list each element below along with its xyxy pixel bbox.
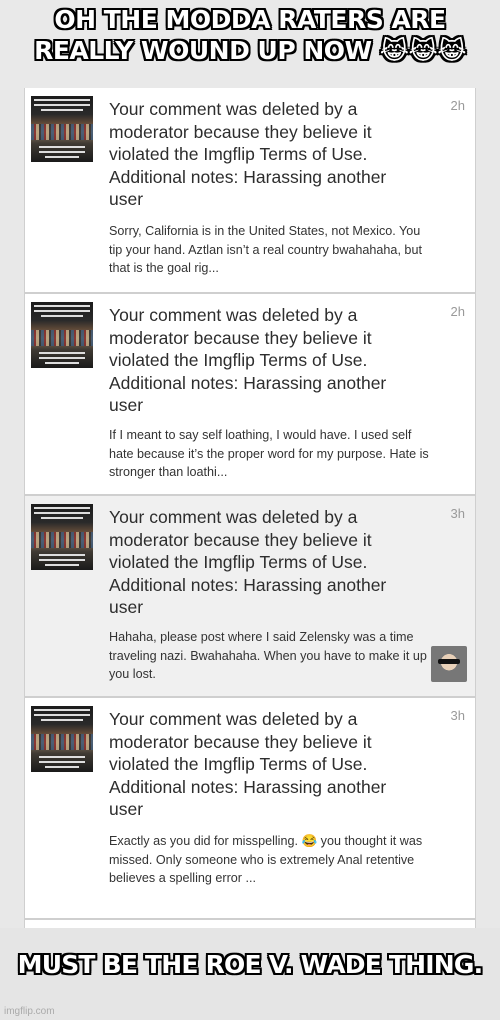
imgflip-watermark: imgflip.com: [4, 1006, 55, 1017]
notification-item[interactable]: Your comment was deleted by a moderator …: [25, 496, 475, 698]
comment-snippet: Sorry, California is in the United State…: [109, 224, 422, 275]
notification-thumbnail: [31, 706, 93, 772]
meme-top-line-2: REALLY WOUND UP NOW 😹😹😹: [34, 36, 466, 65]
user-avatar[interactable]: [431, 646, 467, 682]
notification-item[interactable]: Your comment was deleted by a moderator …: [25, 294, 475, 496]
meme-bottom-caption: MUST BE THE ROE V. WADE THING.: [17, 950, 484, 979]
notification-message: Your comment was deleted by a moderator …: [109, 305, 387, 415]
comment-snippet: Hahaha, please post where I said Zelensk…: [109, 630, 427, 681]
notification-item[interactable]: Your comment was deleted by a moderator …: [25, 698, 475, 920]
comment-snippet: If I meant to say self loathing, I would…: [109, 428, 429, 479]
notification-time: 2h: [450, 304, 465, 319]
notification-thumbnail: [31, 96, 93, 162]
notification-thumbnail: [31, 302, 93, 368]
notification-time: 2h: [450, 98, 465, 113]
notifications-panel: Your comment was deleted by a moderator …: [24, 88, 476, 928]
notification-message: Your comment was deleted by a moderator …: [109, 99, 387, 209]
meme-top-line-1: OH THE MODDA RATERS ARE: [54, 5, 446, 34]
meme-top-caption: OH THE MODDA RATERS ARE REALLY WOUND UP …: [0, 4, 500, 66]
comment-snippet: Exactly as you did for misspelling. 😂 yo…: [109, 834, 423, 885]
notification-time: 3h: [450, 506, 465, 521]
notification-time: 3h: [450, 708, 465, 723]
notification-thumbnail: [31, 504, 93, 570]
notification-message: Your comment was deleted by a moderator …: [109, 709, 387, 819]
notification-message: Your comment was deleted by a moderator …: [109, 507, 387, 617]
notification-item[interactable]: Your comment was deleted by a moderator …: [25, 88, 475, 294]
